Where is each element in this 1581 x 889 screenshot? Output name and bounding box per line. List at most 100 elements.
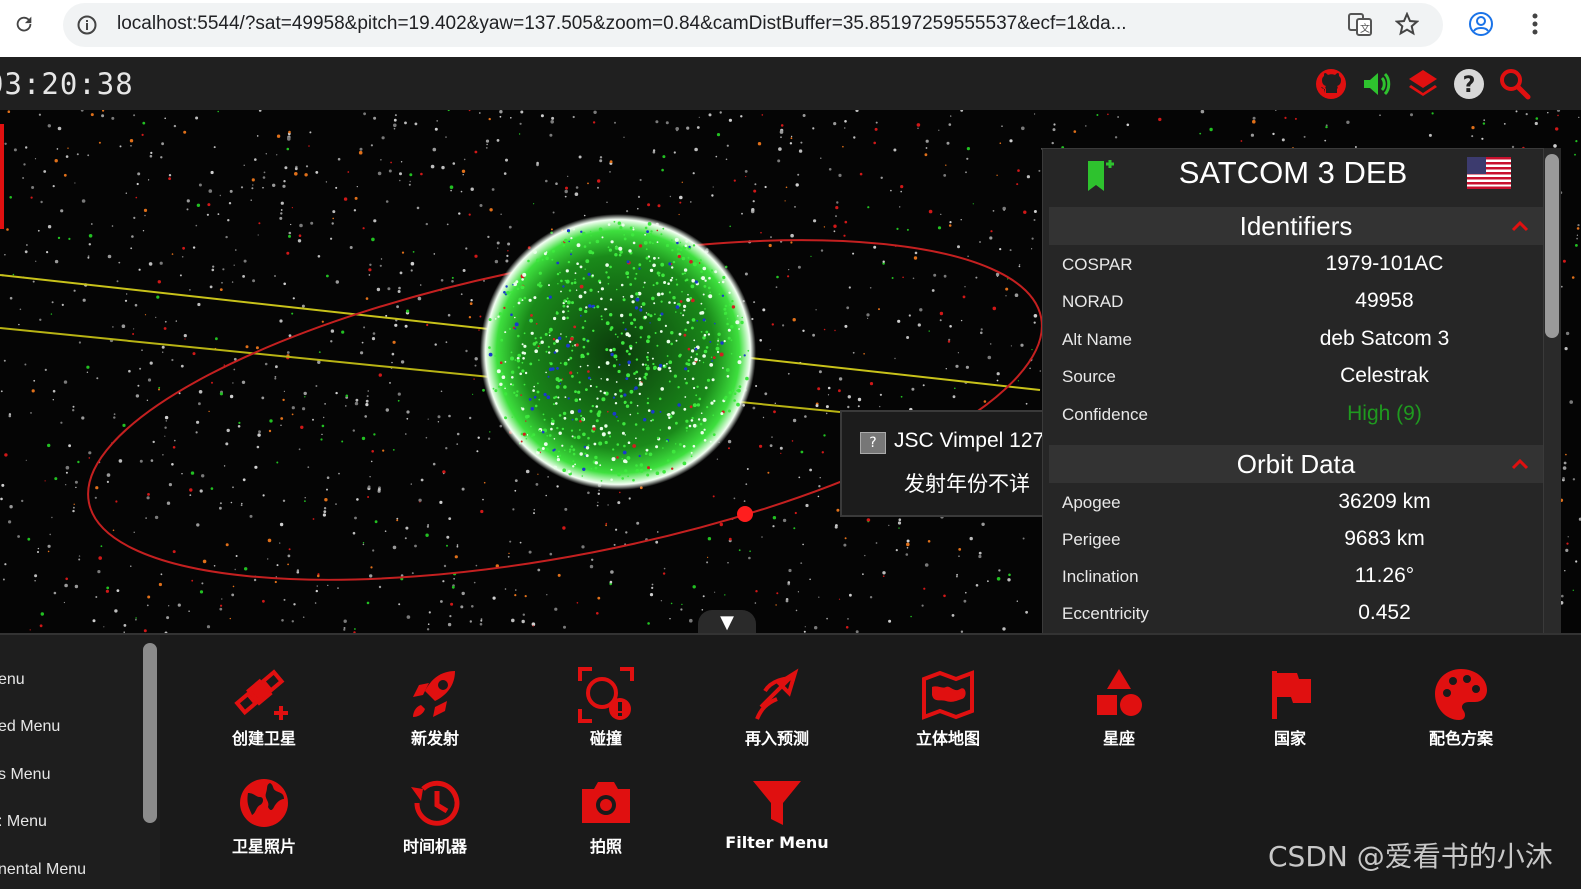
- translate-icon[interactable]: 文: [1345, 9, 1375, 39]
- debris-dot: [75, 486, 77, 489]
- layers-icon[interactable]: [1406, 67, 1440, 101]
- menu-tile-screenshot[interactable]: 拍照: [541, 769, 671, 869]
- debris-dot: [1034, 113, 1036, 115]
- debris-dot: [797, 591, 800, 593]
- side-menu-item[interactable]: s Menu: [0, 766, 50, 784]
- satellite-dot: [632, 478, 635, 482]
- satellite-dot: [568, 240, 570, 243]
- satellite-dot: [597, 413, 601, 418]
- debris-dot: [496, 139, 500, 142]
- debris-dot: [65, 484, 67, 486]
- debris-dot: [23, 163, 26, 166]
- satellite-dot: [494, 355, 497, 357]
- debris-dot: [72, 409, 75, 412]
- panel-scrollbar[interactable]: [1545, 154, 1559, 338]
- sound-icon[interactable]: [1360, 67, 1394, 101]
- side-menu-item[interactable]: ed Menu: [0, 718, 60, 736]
- debris-dot: [173, 124, 177, 128]
- debris-dot: [741, 212, 743, 215]
- debris-dot: [137, 172, 141, 176]
- menu-tile-color-scheme[interactable]: 配色方案: [1396, 661, 1526, 761]
- debris-dot: [210, 170, 214, 175]
- kebab-menu-icon[interactable]: [1520, 9, 1550, 39]
- menu-tile-collision[interactable]: 碰撞: [541, 661, 671, 761]
- satellite-dot: [503, 392, 508, 396]
- debris-dot: [202, 559, 207, 564]
- satellite-dot: [644, 233, 646, 236]
- debris-dot: [1052, 128, 1056, 132]
- debris-dot: [1252, 116, 1256, 120]
- debris-dot: [597, 596, 601, 600]
- debris-dot: [792, 318, 796, 322]
- satellite-dot: [701, 276, 706, 281]
- debris-dot: [256, 445, 260, 449]
- debris-dot: [26, 244, 28, 246]
- help-icon[interactable]: ?: [1452, 67, 1486, 101]
- debris-dot: [878, 308, 880, 311]
- menu-tile-constellation[interactable]: 星座: [1054, 661, 1184, 761]
- debris-dot: [482, 388, 485, 392]
- satellite-dot: [649, 268, 654, 273]
- orbit-value: 0.452: [1358, 601, 1411, 624]
- menu-tile-time-machine[interactable]: 时间机器: [370, 769, 500, 869]
- reload-icon[interactable]: [9, 9, 39, 39]
- satellite-dot: [597, 291, 600, 293]
- satellite-dot: [621, 477, 624, 480]
- debris-dot: [764, 392, 768, 396]
- search-icon[interactable]: [1498, 67, 1532, 101]
- satellite-dot: [578, 398, 582, 401]
- satellite-dot: [720, 412, 724, 416]
- github-icon[interactable]: [1314, 67, 1348, 101]
- selected-satellite-marker[interactable]: [737, 506, 753, 522]
- satellite-dot: [703, 428, 706, 431]
- menu-tile-satellite-photos[interactable]: 卫星照片: [199, 769, 329, 869]
- debris-dot: [469, 302, 473, 305]
- satellite-dot: [609, 313, 613, 317]
- satellite-dot: [527, 259, 530, 263]
- debris-dot: [754, 183, 757, 186]
- address-bar[interactable]: localhost:5544/?sat=49958&pitch=19.402&y…: [63, 3, 1443, 47]
- earth-globe[interactable]: [480, 214, 756, 490]
- debris-dot: [449, 185, 454, 189]
- menu-tile-create-satellite[interactable]: 创建卫星: [199, 661, 329, 761]
- info-icon[interactable]: [77, 15, 97, 35]
- debris-dot: [25, 459, 27, 461]
- debris-dot: [479, 315, 482, 318]
- satellite-dot: [634, 277, 637, 280]
- debris-dot: [474, 150, 478, 154]
- bottom-menu-toggle[interactable]: ▼: [698, 610, 756, 633]
- history-icon: [411, 780, 460, 826]
- debris-dot: [113, 413, 116, 416]
- star-icon[interactable]: [1392, 9, 1422, 39]
- satellite-dot: [668, 291, 672, 294]
- identifiers-section-header[interactable]: Identifiers: [1049, 207, 1543, 245]
- profile-icon[interactable]: [1466, 9, 1496, 39]
- side-menu-scrollbar[interactable]: [143, 643, 157, 823]
- orbit-section-header[interactable]: Orbit Data: [1049, 445, 1543, 483]
- side-menu-item[interactable]: nental Menu: [0, 861, 86, 879]
- satellite-dot: [689, 260, 693, 264]
- debris-dot: [358, 150, 363, 155]
- debris-dot: [787, 581, 791, 584]
- satellite-dot: [628, 249, 632, 253]
- satellite-dot: [688, 245, 691, 248]
- menu-tile-filter[interactable]: Filter Menu: [712, 769, 842, 869]
- debris-dot: [370, 144, 373, 147]
- debris-dot: [470, 187, 474, 191]
- menu-tile-countries[interactable]: 国家: [1225, 661, 1355, 761]
- satellite-dot: [570, 237, 573, 240]
- menu-tile-new-launch[interactable]: 新发射: [370, 661, 500, 761]
- debris-dot: [576, 602, 579, 604]
- debris-dot: [321, 424, 325, 428]
- menu-tile-reentry[interactable]: 再入预测: [712, 661, 842, 761]
- side-menu-item[interactable]: : Menu: [0, 813, 47, 831]
- debris-dot: [432, 462, 436, 466]
- menu-tile-3d-map[interactable]: 立体地图: [883, 661, 1013, 761]
- svg-text:?: ?: [1463, 73, 1476, 98]
- side-menu-item[interactable]: enu: [0, 671, 25, 689]
- debris-dot: [1020, 343, 1024, 347]
- chevron-up-icon[interactable]: [1511, 455, 1529, 473]
- debris-dot: [896, 227, 899, 230]
- chevron-up-icon[interactable]: [1511, 217, 1529, 235]
- satellite-dot: [691, 318, 696, 322]
